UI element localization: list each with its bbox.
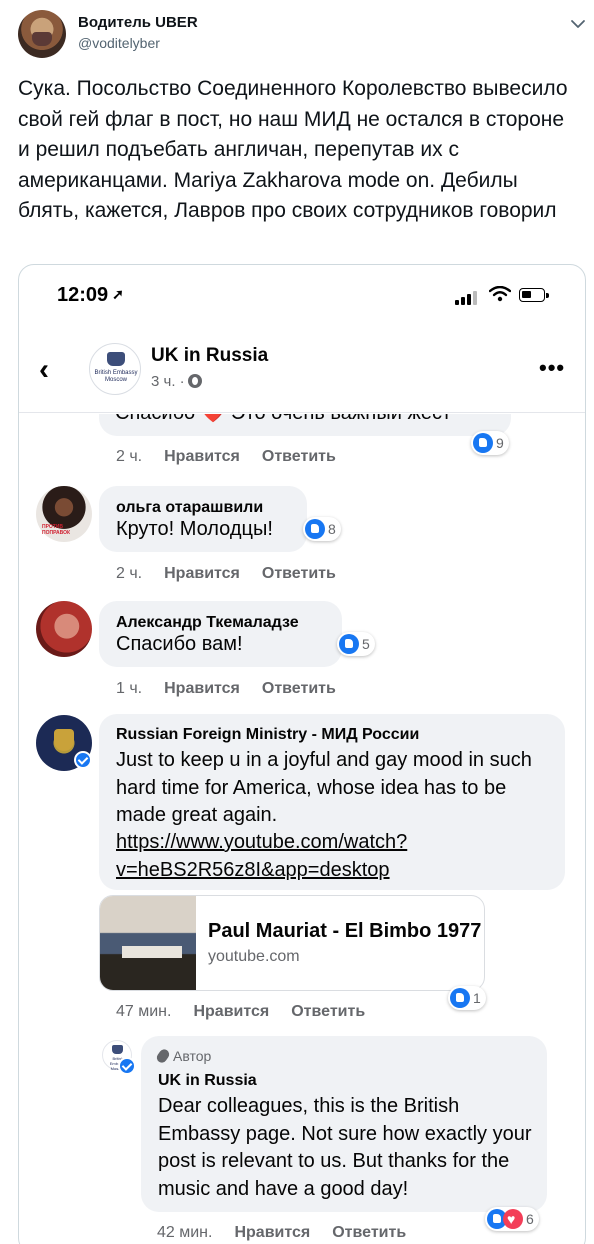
- comment-bubble[interactable]: Спасибо ❤️ Это очень важный жест: [99, 414, 511, 436]
- chevron-down-icon[interactable]: [568, 14, 588, 34]
- comment-author[interactable]: Александр Ткемаладзе: [116, 614, 299, 632]
- royal-crest-icon: [107, 352, 125, 366]
- comment-text: Спасибо вам!: [116, 633, 243, 655]
- like-reaction-icon: [473, 433, 493, 453]
- royal-crest-icon: [112, 1045, 123, 1054]
- comment-actions: 42 мин. Нравится Ответить: [157, 1224, 428, 1242]
- author-handle[interactable]: @voditelyber: [78, 35, 160, 51]
- page-name[interactable]: UK in Russia: [151, 345, 268, 367]
- like-button[interactable]: Нравится: [164, 448, 240, 465]
- reaction-count: 8: [328, 521, 336, 537]
- post-meta: 3 ч. ·: [151, 373, 202, 390]
- wifi-icon: [489, 286, 511, 302]
- video-thumbnail: [100, 896, 196, 990]
- comment-bubble[interactable]: ольга отарашвили Круто! Молодцы!: [99, 486, 307, 552]
- fb-post-header: ‹ British Embassy Moscow UK in Russia 3 …: [19, 333, 585, 413]
- like-button[interactable]: Нравится: [193, 1003, 269, 1020]
- comment-time: 2 ч.: [116, 448, 143, 465]
- comment-link-line-2[interactable]: v=heBS2R56z8I&app=desktop: [116, 857, 390, 885]
- comment-actions: 2 ч. Нравится Ответить: [116, 448, 358, 466]
- reaction-summary[interactable]: 6: [485, 1207, 539, 1231]
- preview-title: Paul Mauriat - El Bimbo 1977: [208, 920, 482, 942]
- tweet-header: Водитель UBER @voditelyber: [18, 10, 588, 60]
- reaction-summary[interactable]: 8: [303, 517, 341, 541]
- comment-time: 2 ч.: [116, 565, 143, 582]
- location-icon: ➚: [112, 286, 124, 302]
- love-reaction-icon: [503, 1209, 523, 1229]
- comment-time: 1 ч.: [116, 680, 143, 697]
- status-time: 12:09 ➚: [57, 284, 124, 307]
- comment-actions: 1 ч. Нравится Ответить: [116, 680, 358, 698]
- author-badge: Автор: [154, 1047, 212, 1065]
- avatar-caption: British Embassy Moscow: [94, 370, 138, 383]
- commenter-avatar[interactable]: ПРОТИВ ПОПРАВОК: [36, 486, 92, 542]
- reply-button[interactable]: Ответить: [291, 1003, 365, 1020]
- comment-author[interactable]: UK in Russia: [158, 1072, 257, 1090]
- comment-actions: 47 мин. Нравится Ответить: [116, 1003, 387, 1021]
- comment-text: Спасибо ❤️ Это очень важный жест: [115, 414, 451, 428]
- comment-author[interactable]: Russian Foreign Ministry - МИД России: [116, 726, 419, 744]
- comment-link-line-1[interactable]: https://www.youtube.com/watch?: [116, 829, 407, 857]
- reaction-summary[interactable]: 1: [448, 986, 486, 1010]
- like-reaction-icon: [305, 519, 325, 539]
- like-button[interactable]: Нравится: [234, 1224, 310, 1241]
- comment-bubble[interactable]: Автор UK in Russia Dear colleagues, this…: [141, 1036, 547, 1212]
- comments-list: Спасибо ❤️ Это очень важный жест 9 2 ч. Н…: [19, 414, 585, 1244]
- comment-time: 47 мин.: [116, 1003, 172, 1020]
- comment-text: Круто! Молодцы!: [116, 518, 273, 540]
- comment-time: 42 мин.: [157, 1224, 213, 1241]
- globe-icon: [187, 374, 202, 388]
- preview-domain: youtube.com: [208, 948, 300, 965]
- author-name[interactable]: Водитель UBER: [78, 14, 198, 31]
- comment-author[interactable]: ольга отарашвили: [116, 499, 263, 517]
- avatar-label: ПРОТИВ ПОПРАВОК: [42, 524, 71, 536]
- post-time: 3 ч. ·: [151, 373, 185, 390]
- reaction-summary[interactable]: 9: [471, 431, 509, 455]
- comment-text: Just to keep u in a joyful and gay mood …: [116, 749, 532, 826]
- reaction-count: 1: [473, 990, 481, 1006]
- reply-button[interactable]: Ответить: [262, 448, 336, 465]
- like-button[interactable]: Нравится: [164, 565, 240, 582]
- author-badge-label: Автор: [173, 1048, 212, 1064]
- reply-button[interactable]: Ответить: [262, 565, 336, 582]
- comment-text: Dear colleagues, this is the British Emb…: [158, 1095, 532, 1200]
- reaction-count: 5: [362, 636, 370, 652]
- microphone-icon: [154, 1047, 172, 1065]
- author-avatar[interactable]: [18, 10, 66, 58]
- page-avatar[interactable]: British Embassy Moscow: [89, 343, 141, 395]
- reply-button[interactable]: Ответить: [332, 1224, 406, 1241]
- coat-of-arms-icon: [54, 729, 74, 751]
- reaction-summary[interactable]: 5: [337, 632, 375, 656]
- like-button[interactable]: Нравится: [164, 680, 240, 697]
- link-preview[interactable]: Paul Mauriat - El Bimbo 1977 youtube.com: [99, 895, 485, 991]
- like-reaction-icon: [450, 988, 470, 1008]
- battery-icon: [519, 288, 549, 302]
- attached-screenshot[interactable]: 12:09 ➚ ‹ British Embassy Moscow UK in Ru…: [18, 264, 586, 1244]
- comment-actions: 2 ч. Нравится Ответить: [116, 565, 358, 583]
- status-icons: [455, 285, 565, 305]
- tweet-text: Сука. Посольство Соединенного Королевств…: [18, 77, 568, 222]
- like-reaction-icon: [339, 634, 359, 654]
- more-options-icon[interactable]: •••: [539, 355, 565, 381]
- reaction-count: 6: [526, 1211, 534, 1227]
- comment-bubble[interactable]: Александр Ткемаладзе Спасибо вам!: [99, 601, 342, 667]
- verified-badge-icon: [118, 1057, 136, 1075]
- clock: 12:09: [57, 284, 109, 306]
- reaction-count: 9: [496, 435, 504, 451]
- commenter-avatar[interactable]: [36, 601, 92, 657]
- back-icon[interactable]: ‹: [39, 355, 49, 385]
- reply-button[interactable]: Ответить: [262, 680, 336, 697]
- verified-badge-icon: [74, 751, 92, 769]
- comment-bubble[interactable]: Russian Foreign Ministry - МИД России Ju…: [99, 714, 565, 890]
